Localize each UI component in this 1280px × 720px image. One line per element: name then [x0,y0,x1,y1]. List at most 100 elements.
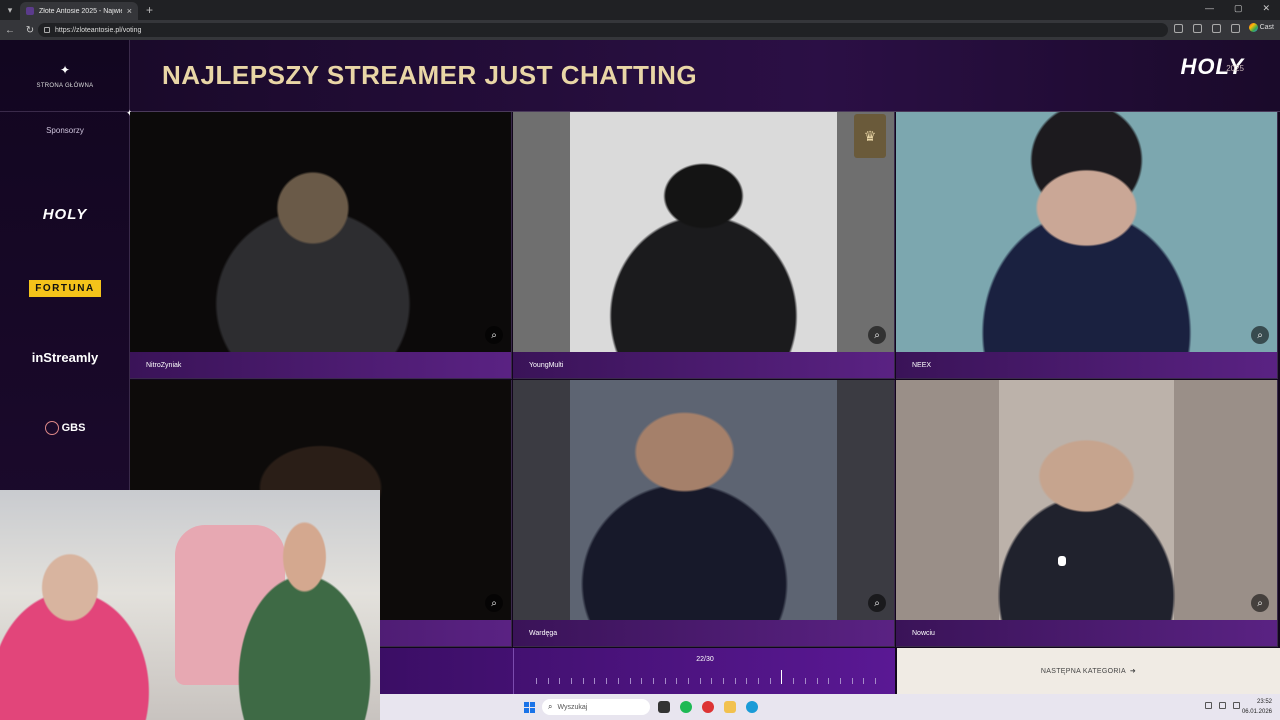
zoom-icon[interactable]: ⌕ [1251,326,1269,344]
nominee-card[interactable]: ♛ ⌕ YoungMulti [513,112,895,379]
zoom-icon[interactable]: ⌕ [485,326,503,344]
progress-tick [711,678,713,684]
nominee-card[interactable]: ⌕ Nowciu [896,380,1278,647]
webcam-overlay [0,490,380,720]
progress-tick-current [781,670,783,684]
progress-tick [863,678,865,684]
progress-tick [571,678,573,684]
fortuna-logo-text: FORTUNA [29,280,101,297]
task-view-icon[interactable] [658,701,670,713]
progress-tick [734,678,736,684]
new-tab-icon[interactable]: + [146,3,153,17]
nominee-card[interactable]: ⌕ Wardęga [513,380,895,647]
clock-time: 23:52 [1256,699,1272,705]
browser-tab[interactable]: Złote Antosie 2025 - Największy P × [20,2,138,20]
progress-tick [816,678,818,684]
maximize-icon[interactable]: ▢ [1234,3,1243,14]
favorites-icon[interactable] [1212,24,1221,33]
next-category-label: NASTĘPNA KATEGORIA [1040,667,1126,675]
browser-toolbar: ← ↻ https://zloteantosie.pl/voting Cast [0,20,1280,40]
windows-taskbar: ⌕ Wyszukaj 23:52 06.01.2026 [380,694,1280,720]
cast-button[interactable]: Cast [1248,23,1274,32]
zoom-icon[interactable]: ⌕ [868,326,886,344]
back-arrow-icon: ✦ [59,62,71,77]
zoom-icon[interactable]: ⌕ [485,594,503,612]
sponsor-holy-logo[interactable]: HOLY [0,206,130,223]
nominee-name: YoungMulti [529,362,564,369]
window-controls: — ▢ ✕ [1205,3,1270,14]
progress-tick [723,678,724,684]
battery-icon[interactable] [1233,702,1240,709]
progress-label: 22/30 [696,656,714,663]
nominee-name: NitroZyniak [146,362,182,369]
profile-icon[interactable] [1231,24,1240,33]
back-icon[interactable]: ← [0,25,20,36]
progress-tick [828,678,830,684]
spotify-icon[interactable] [680,701,692,713]
progress-tick [839,678,841,684]
progress-tick [676,678,678,684]
close-tab-icon[interactable]: × [127,6,132,16]
progress-tick [851,678,853,684]
progress-tick [804,678,806,684]
sponsor-instreamly-logo[interactable]: inStreamly [0,350,130,365]
progress-tick [874,678,876,684]
sponsor-fortuna-logo[interactable]: FORTUNA [0,278,130,297]
category-progress: 22/30 [380,648,895,694]
clock-date: 06.01.2026 [1241,709,1272,715]
chrome-icon[interactable] [702,701,714,713]
brand-year: 2025 [1226,64,1244,73]
file-explorer-icon[interactable] [724,701,736,713]
progress-track: 22/30 [513,648,895,694]
progress-tick [617,678,619,684]
progress-tick [769,678,771,684]
zoom-icon[interactable]: ⌕ [868,594,886,612]
nominee-card[interactable]: ⌕ NitroZyniak [130,112,512,379]
volume-icon[interactable] [1219,702,1226,709]
gbs-logo-text: GBS [61,421,86,434]
site-info-icon[interactable] [44,27,50,33]
progress-tick [699,678,701,684]
network-icon[interactable] [1205,702,1212,709]
event-brand-logo: HOLY 2025 [1181,54,1244,80]
progress-tick [582,678,584,684]
progress-tick [687,678,689,684]
tab-list-chevron-icon[interactable]: ▾ [0,0,20,20]
edge-icon[interactable] [746,701,758,713]
sponsor-gbs-logo[interactable]: GBS [0,421,130,435]
extensions-icon[interactable] [1193,24,1202,33]
start-menu-icon[interactable] [524,702,535,713]
cast-label: Cast [1259,24,1274,31]
selected-trophy-icon: ♛ [854,114,886,158]
home-label: STRONA GŁÓWNA [36,82,94,89]
nominee-namebar: NEEX [896,352,1277,378]
nominee-name: NEEX [912,362,932,369]
nominee-card[interactable]: ⌕ NEEX [896,112,1278,379]
nominee-photo [896,112,1277,352]
taskbar-clock[interactable]: 23:52 06.01.2026 [1242,697,1272,717]
taskbar-search-input[interactable]: ⌕ Wyszukaj [542,699,650,715]
bookmark-star-icon[interactable] [1174,24,1183,33]
url-text: https://zloteantosie.pl/voting [55,26,142,34]
minimize-icon[interactable]: — [1205,3,1214,14]
address-bar[interactable]: https://zloteantosie.pl/voting [38,23,1168,37]
sponsors-heading: Sponsorzy [46,126,84,135]
mouse-cursor-icon [1058,556,1066,566]
streamer-left [0,540,190,720]
close-window-icon[interactable]: ✕ [1262,3,1270,14]
nominee-namebar: NitroZyniak [130,352,511,378]
zoom-icon[interactable]: ⌕ [1251,594,1269,612]
reload-icon[interactable]: ↻ [20,25,40,36]
progress-tick [547,678,549,684]
next-category-button[interactable]: NASTĘPNA KATEGORIA ➜ [897,648,1280,694]
progress-tick [664,678,666,684]
home-link[interactable]: ✦ STRONA GŁÓWNA [0,40,130,112]
progress-tick [559,678,561,684]
nominee-photo [513,112,894,352]
nominee-name: Wardęga [529,630,558,637]
progress-tick [536,678,537,684]
progress-tick [594,678,596,684]
progress-tick [606,678,608,684]
nominee-photo [513,380,894,620]
next-arrow-icon: ➜ [1129,668,1137,675]
